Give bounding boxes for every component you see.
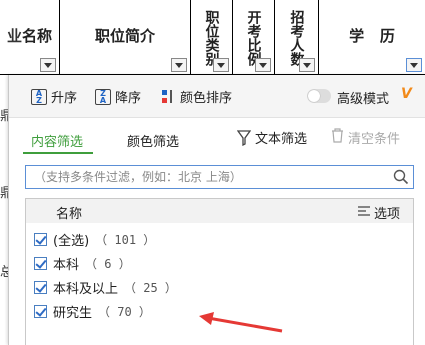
list-item-label: (全选) xyxy=(53,234,90,249)
list-item-label: 本科 xyxy=(53,258,80,273)
vip-icon: V xyxy=(401,86,412,102)
color-sort-icon xyxy=(162,89,176,105)
annotation-arrow xyxy=(199,312,283,333)
options-label: 选项 xyxy=(374,207,401,222)
options-button[interactable]: 选项 xyxy=(358,203,400,222)
column-header-row: 业名称 职位简介 职位类别 开考比例 招考人数 学 历 xyxy=(0,0,425,75)
column-header-job-intro[interactable]: 职位简介 xyxy=(60,0,191,75)
search-icon[interactable] xyxy=(393,169,409,192)
list-item-count: （ 101 ） xyxy=(95,233,156,247)
tab-color-filter[interactable]: 颜色筛选 xyxy=(127,131,179,150)
column-prefix-fragment: 业 xyxy=(6,27,22,45)
list-header: 名称 选项 xyxy=(26,199,413,223)
column-header-education[interactable]: 学 历 xyxy=(319,0,425,75)
sort-desc-icon: ZA xyxy=(95,88,111,105)
column-header-name[interactable]: 业名称 xyxy=(0,0,60,75)
left-column-fragment: 鼎 鼎 总 xyxy=(0,75,13,345)
trash-icon xyxy=(331,128,344,147)
list-item[interactable]: 本科及以上 （ 25 ） xyxy=(34,278,177,297)
options-icon xyxy=(358,205,370,220)
clear-conditions-button[interactable]: 清空条件 xyxy=(331,128,400,147)
sort-ascending-button[interactable]: AZ 升序 xyxy=(31,87,77,106)
checkbox-checked[interactable] xyxy=(34,233,47,246)
filter-dropdown-button[interactable] xyxy=(171,58,187,72)
name-column-header: 名称 xyxy=(56,207,83,222)
sort-descending-button[interactable]: ZA 降序 xyxy=(95,87,141,106)
filter-panel: AZ 升序 ZA 降序 颜色排序 高级模式 V 内容筛选 颜色筛选 文本筛选 清… xyxy=(8,75,425,345)
list-item-select-all[interactable]: (全选) （ 101 ） xyxy=(34,230,155,249)
text-filter-label: 文本筛选 xyxy=(255,132,308,147)
checkbox-checked[interactable] xyxy=(34,281,47,294)
search-placeholder: （支持多条件过滤，例如：北京 上海） xyxy=(34,170,242,184)
advanced-mode-toggle[interactable] xyxy=(307,89,331,103)
column-label: 职位简介 xyxy=(94,27,155,45)
sort-toolbar: AZ 升序 ZA 降序 颜色排序 高级模式 V xyxy=(9,75,425,118)
active-tab-indicator xyxy=(23,152,93,154)
checkbox-checked[interactable] xyxy=(34,305,47,318)
filter-dropdown-button[interactable] xyxy=(299,58,315,72)
list-item[interactable]: 本科 （ 6 ） xyxy=(34,254,131,273)
column-header-job-category[interactable]: 职位类别 xyxy=(191,0,233,75)
column-header-recruit-count[interactable]: 招考人数 xyxy=(275,0,319,75)
filter-dropdown-button[interactable] xyxy=(255,58,271,72)
advanced-mode-label: 高级模式 xyxy=(337,92,390,107)
text-filter-button[interactable]: 文本筛选 xyxy=(236,128,308,147)
column-label: 学 历 xyxy=(349,27,395,45)
list-item-label: 研究生 xyxy=(53,306,93,321)
column-label: 名称 xyxy=(22,27,53,45)
list-item-count: （ 6 ） xyxy=(85,257,131,271)
funnel-icon xyxy=(236,129,252,146)
color-sort-label: 颜色排序 xyxy=(180,91,233,106)
filter-search-input[interactable]: （支持多条件过滤，例如：北京 上海） xyxy=(25,165,414,189)
list-item-label: 本科及以上 xyxy=(53,282,119,297)
tab-content-filter[interactable]: 内容筛选 xyxy=(31,131,83,150)
list-item-count: （ 70 ） xyxy=(98,305,151,319)
sort-descending-label: 降序 xyxy=(115,91,142,106)
sort-ascending-label: 升序 xyxy=(51,91,78,106)
filter-dropdown-button[interactable] xyxy=(406,58,422,72)
filter-dropdown-button[interactable] xyxy=(213,58,229,72)
filter-dropdown-button[interactable] xyxy=(40,58,56,72)
sort-asc-icon: AZ xyxy=(31,88,47,105)
clear-conditions-label: 清空条件 xyxy=(348,132,401,147)
color-sort-button[interactable]: 颜色排序 xyxy=(162,87,232,106)
list-item[interactable]: 研究生 （ 70 ） xyxy=(34,302,151,321)
list-item-count: （ 25 ） xyxy=(124,281,177,295)
checkbox-checked[interactable] xyxy=(34,257,47,270)
column-header-exam-ratio[interactable]: 开考比例 xyxy=(233,0,275,75)
